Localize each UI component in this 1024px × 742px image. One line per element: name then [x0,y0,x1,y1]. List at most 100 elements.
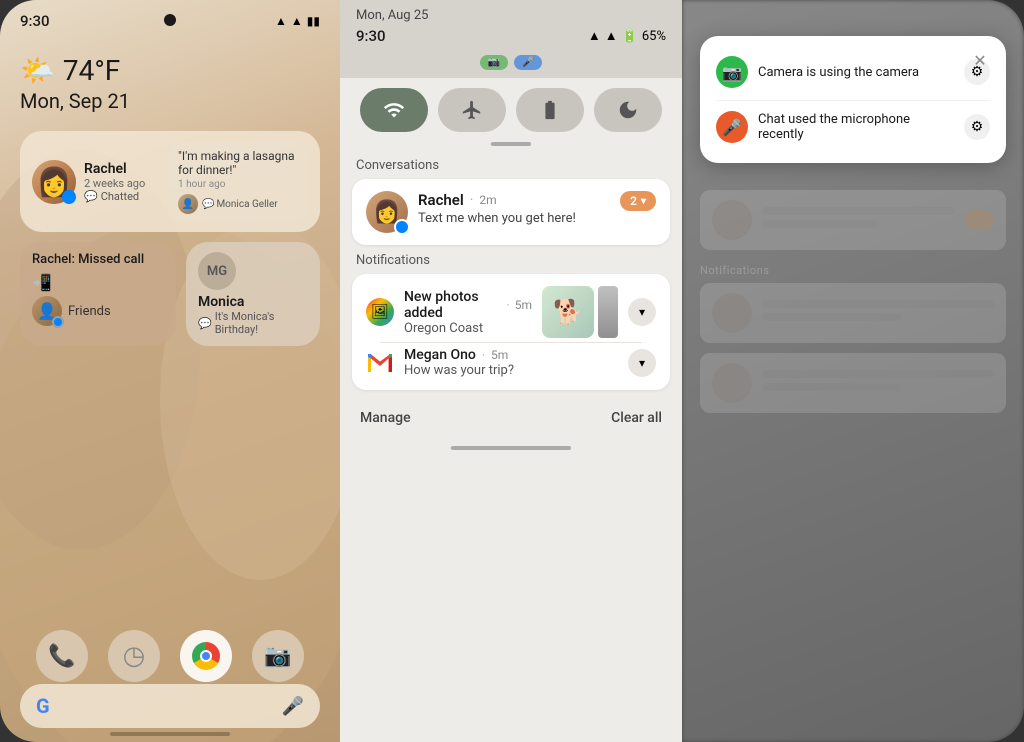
blur-line-1b [762,220,877,228]
mic-pill-icon: 🎤 [522,57,534,68]
weather-temp: 74°F [63,54,120,87]
missed-call-text: Rachel: Missed call [32,252,164,267]
megan-expand-button[interactable]: ▾ [628,349,656,377]
home-status-bar: 9:30 ▲ ▲ ▮▮ [0,0,340,30]
mic-gear-icon: ⚙ [971,119,984,135]
notifications-label: Notifications [340,253,682,274]
notif-top-bar: Mon, Aug 25 9:30 ▲ ▲ 🔋 65% 📷 🎤 [340,0,682,78]
messenger-small-icon: 💬 [198,317,212,330]
mic-privacy-item: 🎤 Chat used the microphone recently ⚙ [716,100,990,149]
conv-message: Text me when you get here! [418,211,610,226]
dock-camera-button[interactable]: 📷 [252,630,304,682]
dock-clock-button[interactable]: ◷ [108,630,160,682]
photos-expand-button[interactable]: ▾ [628,298,656,326]
home-weather: 🌤️ 74°F Mon, Sep 21 [0,30,340,121]
monica-birthday-widget[interactable]: MG Monica 💬 It's Monica's Birthday! [186,242,320,346]
privacy-close-button[interactable]: ✕ [968,48,992,72]
photos-time: 5m [515,298,532,312]
friends-messenger-badge [52,316,64,328]
camera-privacy-icon: 📷 [716,56,748,88]
close-icon: ✕ [973,51,986,70]
privacy-card: ✕ 📷 Camera is using the camera ⚙ 🎤 Chat … [700,36,1006,163]
phone-callback-icon: 📲 [32,273,52,292]
conv-name-row: Rachel · 2m [418,191,610,209]
messenger-badge-icon [62,190,76,204]
dnd-toggle-icon [617,99,639,121]
monica-desc: 💬 It's Monica's Birthday! [198,310,308,336]
megan-message: How was your trip? [404,363,618,378]
home-time: 9:30 [20,12,50,30]
monica-messenger-icon: 💬 [202,199,214,210]
battery-saver-toggle[interactable] [516,88,584,132]
blurred-background-content: Notifications [700,190,1006,423]
blur-row-1 [700,190,1006,250]
drag-handle [491,142,531,146]
signal-icon: ▲ [275,14,287,28]
conversation-row: 👩 Rachel · 2m Text me when you get here!… [366,191,656,233]
dock-chrome-button[interactable] [180,630,232,682]
mic-search-icon[interactable]: 🎤 [282,696,304,717]
chrome-inner [200,650,212,662]
photo-thumbnail: 🐕 [542,286,594,338]
conv-badge-count: 2 [630,194,637,208]
gmail-icon [366,349,394,377]
battery-icon: ▮▮ [307,14,320,28]
camera-indicator-pill: 📷 [480,55,508,70]
notif-date: Mon, Aug 25 [356,8,666,27]
home-nav-bar [110,732,230,736]
blur-text-3 [762,370,994,396]
photo-thumbnail2 [598,286,618,338]
photos-notification-info: New photos added · 5m Oregon Coast [404,289,532,336]
photos-thumbnail-group: 🐕 [542,286,618,338]
photos-dot: · [507,298,510,312]
widgets-area: Rachel 2 weeks ago 💬 Chatted "I'm making… [0,121,340,366]
dock-phone-button[interactable]: 📞 [36,630,88,682]
blur-avatar-2 [712,293,752,333]
wifi-signal-icon: ▲ [291,14,303,28]
notif-battery-pct: 65% [642,29,666,44]
blur-section-label: Notifications [700,260,1006,283]
clear-all-button[interactable]: Clear all [611,410,662,426]
megan-notification-row[interactable]: Megan Ono · 5m How was your trip? ▾ [366,347,656,378]
two-col-widgets: Rachel: Missed call 📲 Friends MG Monica [20,242,320,346]
conv-time: 2m [479,193,496,207]
privacy-panel: ✕ 📷 Camera is using the camera ⚙ 🎤 Chat … [682,0,1024,742]
conversations-label: Conversations [340,158,682,179]
chrome-icon [192,642,220,670]
airplane-toggle[interactable] [438,88,506,132]
blur-line-2a [762,300,994,308]
home-search-bar[interactable]: G 🎤 [20,684,320,728]
mic-gear-button[interactable]: ⚙ [964,114,990,140]
photos-subtitle: Oregon Coast [404,321,532,336]
notifications-card: 🖼 New photos added · 5m Oregon Coast 🐕 ▾ [352,274,670,390]
rachel-conversation-card[interactable]: 👩 Rachel · 2m Text me when you get here!… [352,179,670,245]
rachel-name: Rachel [84,161,160,177]
rachel-info: Rachel 2 weeks ago 💬 Chatted [84,161,160,203]
quick-toggles [340,78,682,142]
blur-line-3b [762,383,901,391]
notif-bottom-handle [451,446,571,450]
blur-text-1 [762,207,954,233]
friends-row: Friends [32,296,164,326]
notifications-panel: Mon, Aug 25 9:30 ▲ ▲ 🔋 65% 📷 🎤 [340,0,682,742]
mic-privacy-icon: 🎤 [716,111,748,143]
manage-button[interactable]: Manage [360,410,411,426]
home-screen: 9:30 ▲ ▲ ▮▮ 🌤️ 74°F Mon, Sep 21 Rachel 2 [0,0,340,742]
mic-indicator-pill: 🎤 [514,55,542,70]
conv-dot: · [470,192,474,208]
blur-line-2b [762,313,901,321]
notif-wifi-icon: ▲ [588,28,601,44]
dnd-toggle[interactable] [594,88,662,132]
missed-call-widget[interactable]: Rachel: Missed call 📲 Friends [20,242,176,346]
blur-text-2 [762,300,994,326]
rachel-chat-widget[interactable]: Rachel 2 weeks ago 💬 Chatted "I'm making… [20,131,320,232]
wifi-toggle[interactable] [360,88,428,132]
megan-name: Megan Ono [404,347,476,363]
gmail-svg [368,354,392,372]
monica-person-name: Monica Geller [216,199,277,210]
google-g-logo: G [36,694,50,718]
photos-notification-row[interactable]: 🖼 New photos added · 5m Oregon Coast 🐕 ▾ [366,286,656,338]
conv-badge[interactable]: 2 ▾ [620,191,656,211]
monica-quote-widget: "I'm making a lasagna for dinner!" 1 hou… [168,141,308,222]
megan-time: 5m [491,348,508,362]
